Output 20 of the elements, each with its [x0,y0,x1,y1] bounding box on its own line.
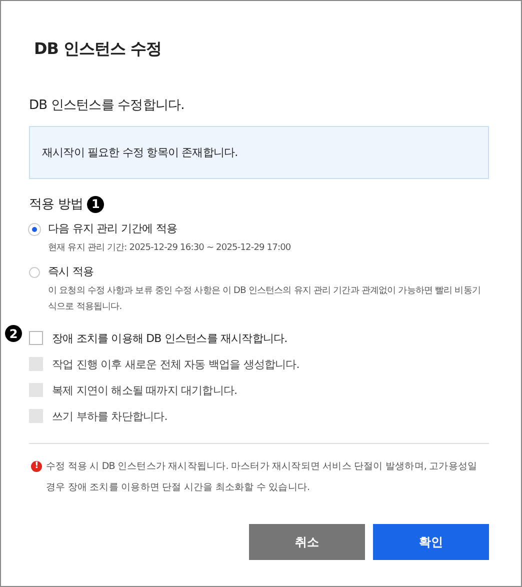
checkbox[interactable] [29,331,43,345]
checkbox-label: 장애 조치를 이용해 DB 인스턴스를 재시작합니다. [52,330,288,346]
option-description: 이 요청의 수정 사항과 보류 중인 수정 사항은 이 DB 인스턴스의 유지 관리 기간과 관계없이 가능하면 빨리 비동기식으로 적용됩니다. [48,285,482,314]
radio-button[interactable] [29,267,40,278]
section-heading: 적용 방법 [29,196,84,213]
info-message: 재시작이 필요한 수정 항목이 존재합니다. [29,126,489,179]
warning-icon: ! [31,461,42,472]
option-description: 현재 유지 관리 기간: 2025-12-29 16:30 ~ 2025-12-29 17:00 [48,242,291,255]
confirm-button[interactable]: 확인 [373,524,489,560]
dialog-title: DB 인스턴스 수정 [34,39,163,60]
number-marker: 2 [5,325,22,342]
radio-label: 다음 유지 관리 기간에 적용 [48,221,178,236]
checkbox-label: 복제 지연이 해소될 때까지 대기합니다. [52,382,238,398]
warning-message: 수정 적용 시 DB 인스턴스가 재시작됩니다. 마스터가 재시작되면 서비스 단절이 발생하며, 고가용성일 경우 장애 조치를 이용하면 단절 시간을 최소화할 수 있습니다. [46,460,478,495]
checkbox-label: 쓰기 부하를 차단합니다. [52,408,168,424]
cancel-button[interactable]: 취소 [249,524,365,560]
checkbox-label: 작업 진행 이후 새로운 전체 자동 백업을 생성합니다. [52,356,300,372]
number-marker: 1 [87,196,104,212]
radio-label: 즉시 적용 [48,264,94,279]
dialog-subtitle: DB 인스턴스를 수정합니다. [29,97,186,114]
